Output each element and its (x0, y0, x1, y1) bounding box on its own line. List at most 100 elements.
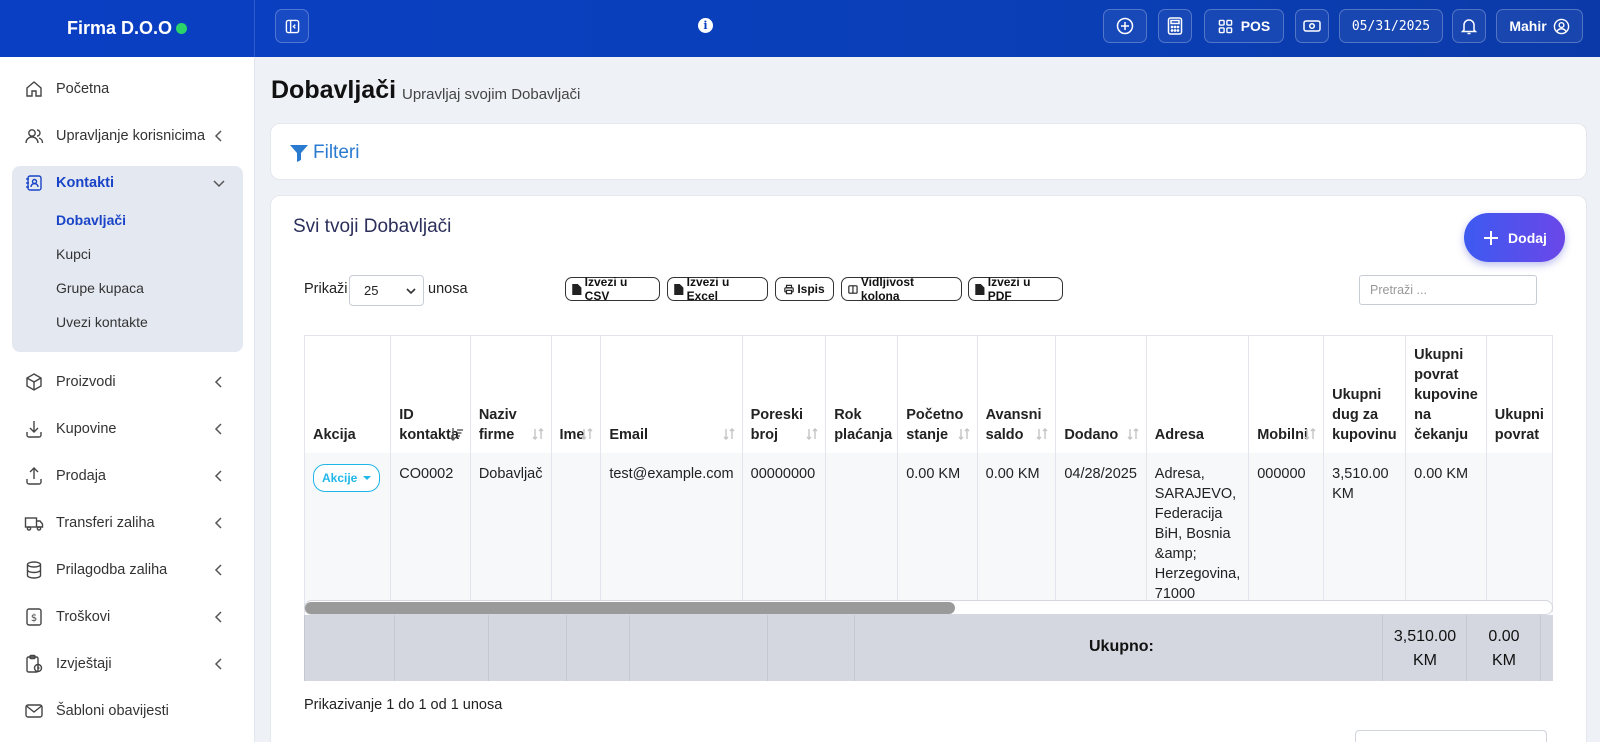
sidebar-item-contacts[interactable]: Kontakti (0, 163, 255, 203)
actions-label: Akcije (322, 471, 358, 485)
cell-name (551, 453, 602, 612)
footer-total-purchase-due: 3,510.00 KM (1383, 625, 1467, 673)
page-length-select[interactable]: 25 (349, 275, 424, 306)
cell-company: Dobavljač (470, 453, 552, 612)
footer-value-unit: KM (1413, 652, 1437, 669)
col-header-label: Rok plaćanja (834, 407, 893, 443)
col-header-label: ID kontakta (399, 407, 459, 443)
add-quick-button[interactable] (1103, 9, 1147, 43)
footer-value: 3,510.00 (1393, 628, 1457, 645)
sidebar-subitem-customer-groups[interactable]: Grupe kupaca (56, 280, 144, 296)
sidebar-subitem-customers[interactable]: Kupci (56, 246, 91, 262)
filters-card[interactable]: Filteri (270, 123, 1587, 180)
export-csv-button[interactable]: Izvezi u CSV (565, 275, 660, 303)
col-header-label: Mobilni (1257, 427, 1308, 443)
col-header-contact-id[interactable]: ID kontakta (390, 336, 471, 453)
cell-added: 04/28/2025 (1055, 453, 1147, 612)
actions-dropdown[interactable]: Akcije (313, 464, 381, 492)
add-button[interactable]: Dodaj (1464, 213, 1565, 262)
col-header-email[interactable]: Email (600, 336, 743, 453)
sidebar-label: Početna (56, 81, 110, 97)
top-bar: Firma D.O.O i POS 05/31/2025 Mahir (0, 0, 1600, 57)
sidebar-item-users[interactable]: Upravljanje korisnicima (0, 116, 255, 156)
col-header-advance-balance[interactable]: Avansni saldo (977, 336, 1057, 453)
user-name: Mahir (1509, 18, 1547, 34)
print-icon (784, 284, 795, 294)
sort-icon (532, 428, 543, 440)
sidebar-item-notification-templates[interactable]: Šabloni obavijesti (0, 691, 255, 731)
users-icon (25, 129, 44, 144)
sort-icon (1304, 428, 1316, 440)
horizontal-scrollbar[interactable] (304, 600, 1553, 615)
scrollbar-thumb[interactable] (305, 602, 955, 614)
upload-icon (26, 467, 42, 485)
sidebar-item-products[interactable]: Proizvodi (0, 362, 255, 402)
sidebar-item-pocetna[interactable]: Početna (0, 69, 255, 109)
col-header-company[interactable]: Naziv firme (470, 336, 552, 453)
info-icon[interactable]: i (698, 18, 713, 33)
report-icon (26, 654, 43, 673)
col-header-action: Akcija (305, 336, 392, 453)
footer-cell (305, 615, 395, 681)
database-icon (26, 561, 42, 579)
export-excel-button[interactable]: Izvezi u Excel (667, 275, 768, 303)
export-excel-label: Izvezi u Excel (686, 275, 730, 303)
filters-label: Filteri (313, 142, 360, 163)
user-menu-button[interactable]: Mahir (1496, 9, 1583, 43)
mail-icon (25, 704, 43, 718)
print-button[interactable]: Ispis (775, 277, 834, 301)
page-subtitle: Upravljaj svojim Dobavljači (402, 86, 581, 103)
notifications-button[interactable] (1452, 9, 1486, 43)
footer-value-unit: KM (1492, 652, 1516, 669)
footer-cell (567, 615, 630, 681)
calculator-button[interactable] (1158, 9, 1192, 43)
sidebar-item-stock-adjustment[interactable]: Prilagodba zaliha (0, 550, 255, 590)
pos-button[interactable]: POS (1204, 9, 1284, 43)
col-header-pay-term[interactable]: Rok plaćanja (825, 336, 899, 453)
cell-action: Akcije (305, 453, 392, 612)
sidebar-toggle-button[interactable] (275, 9, 309, 43)
export-csv-label: Izvezi u CSV (584, 275, 628, 303)
pagination[interactable] (1355, 730, 1547, 742)
sidebar-subitem-import-contacts[interactable]: Uvezi kontakte (56, 314, 148, 330)
col-header-added[interactable]: Dodano (1055, 336, 1147, 453)
sidebar-item-purchases[interactable]: Kupovine (0, 409, 255, 449)
page-title: Dobavljači (271, 76, 397, 104)
export-pdf-label: Izvezi u PDF (987, 275, 1031, 303)
sidebar-item-stock-transfers[interactable]: Transferi zaliha (0, 503, 255, 543)
sidebar-label: Proizvodi (56, 374, 116, 390)
plus-icon (1484, 230, 1499, 245)
sidebar-item-reports[interactable]: Izvještaji (0, 644, 255, 684)
col-header-label: Avansni saldo (985, 407, 1042, 443)
export-pdf-button[interactable]: Izvezi u PDF (968, 275, 1063, 303)
chevron-down-icon (213, 180, 225, 188)
cash-button[interactable] (1295, 9, 1329, 43)
col-header-tax-number[interactable]: Poreski broj (742, 336, 827, 453)
col-header-mobile[interactable]: Mobilni (1248, 336, 1325, 453)
date-display[interactable]: 05/31/2025 (1339, 9, 1443, 43)
columns-icon (848, 284, 858, 294)
sidebar-subitem-suppliers[interactable]: Dobavljači (56, 212, 126, 228)
col-header-name[interactable]: Ime (551, 336, 602, 453)
column-visibility-button[interactable]: Vidljivost kolona (841, 275, 962, 303)
cell-pay-term (825, 453, 899, 612)
sidebar-label: Transferi zaliha (56, 515, 155, 531)
cell-total-purchase-due: 3,510.00 KM (1323, 453, 1407, 612)
table-header-row: Akcija ID kontakta Naziv firme Ime Email… (305, 336, 1553, 453)
cell-total-return (1486, 453, 1553, 612)
svg-text:$: $ (31, 613, 37, 624)
sidebar-label: Kupovine (56, 421, 117, 437)
chevron-left-icon (214, 130, 222, 142)
cell-contact-id: CO0002 (390, 453, 471, 612)
search-input[interactable]: Pretraži ... (1359, 275, 1537, 305)
sidebar-item-expenses[interactable]: $ Troškovi (0, 597, 255, 637)
brand[interactable]: Firma D.O.O (0, 0, 255, 57)
cell-email: test@example.com (600, 453, 743, 612)
table-row: Akcije CO0002 Dobavljač test@example.com… (305, 453, 1553, 612)
col-header-label: Poreski broj (750, 407, 804, 443)
sidebar-item-sales[interactable]: Prodaja (0, 456, 255, 496)
col-header-opening-balance[interactable]: Početno stanje (897, 336, 978, 453)
status-dot (176, 23, 188, 34)
add-label: Dodaj (1508, 229, 1547, 246)
cell-tax-number: 00000000 (742, 453, 827, 612)
